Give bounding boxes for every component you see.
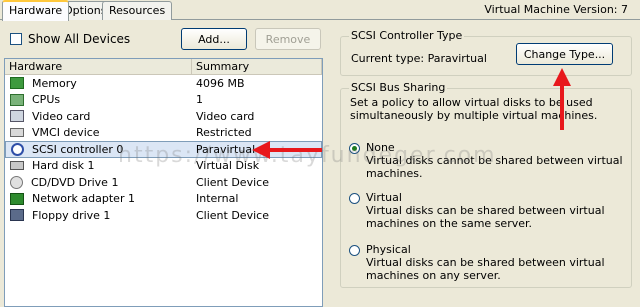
row-name: CD/DVD Drive 1 (31, 175, 119, 189)
bus-sharing-description: Set a policy to allow virtual disks to b… (350, 96, 598, 122)
table-row[interactable]: Network adapter 1 Internal (5, 191, 322, 208)
vmci-device-icon (10, 128, 24, 138)
row-summary: Restricted (196, 126, 252, 140)
row-name: Hard disk 1 (32, 159, 95, 173)
scsi-controller-type-group: SCSI Controller Type Current type: Parav… (340, 29, 632, 76)
current-type-line: Current type: Paravirtual (351, 52, 487, 65)
show-all-devices-checkbox[interactable] (10, 33, 22, 45)
memory-icon (10, 77, 24, 90)
table-row[interactable]: VMCI device Restricted (5, 125, 322, 142)
tab-resources[interactable]: Resources (102, 1, 173, 20)
cpu-icon (10, 93, 24, 106)
network-adapter-icon (10, 192, 24, 205)
row-summary: Paravirtual (195, 142, 256, 156)
table-row[interactable]: Video card Video card (5, 108, 322, 125)
tab-bar: Hardware Options Resources Virtual Machi… (0, 0, 640, 21)
add-button[interactable]: Add... (181, 28, 247, 50)
remove-button[interactable]: Remove (255, 28, 321, 50)
hardware-pane: Show All Devices Add... Remove Hardware … (0, 21, 330, 307)
column-header-hardware[interactable]: Hardware (5, 59, 192, 74)
row-summary: 1 (196, 93, 203, 107)
cd-dvd-icon (10, 175, 23, 189)
scsi-controller-icon (11, 142, 24, 156)
option-physical-description: Virtual disks can be shared between virt… (366, 256, 605, 282)
row-summary: Virtual Disk (196, 159, 260, 173)
row-summary: Client Device (196, 175, 269, 189)
option-none-label[interactable]: None (366, 141, 395, 154)
column-header-summary[interactable]: Summary (192, 59, 322, 74)
row-name: Memory (32, 76, 77, 90)
scsi-controller-type-title: SCSI Controller Type (349, 29, 465, 42)
show-all-devices-toggle[interactable]: Show All Devices (10, 32, 130, 46)
option-virtual-label[interactable]: Virtual (366, 191, 402, 204)
scsi-bus-sharing-title: SCSI Bus Sharing (349, 81, 448, 94)
radio-none[interactable] (349, 143, 360, 154)
table-row-selected[interactable]: SCSI controller 0 Paravirtual (5, 141, 322, 158)
hard-disk-icon (10, 161, 24, 171)
row-name: Video card (32, 109, 91, 123)
table-row[interactable]: Hard disk 1 Virtual Disk (5, 158, 322, 175)
row-summary: Video card (196, 109, 255, 123)
row-summary: 4096 MB (196, 76, 245, 90)
row-summary: Internal (196, 192, 239, 206)
option-physical-label[interactable]: Physical (366, 243, 411, 256)
option-none-description: Virtual disks cannot be shared between v… (366, 154, 623, 180)
change-type-button[interactable]: Change Type... (516, 43, 613, 65)
row-name: SCSI controller 0 (32, 142, 124, 156)
video-card-icon (10, 110, 24, 123)
option-virtual-description: Virtual disks can be shared between virt… (366, 204, 605, 230)
current-type-label: Current type: (351, 52, 425, 65)
table-row[interactable]: Floppy drive 1 Client Device (5, 207, 322, 224)
show-all-devices-label: Show All Devices (28, 32, 131, 46)
row-name: VMCI device (32, 126, 100, 140)
hardware-list-header: Hardware Summary (5, 59, 322, 75)
tab-hardware[interactable]: Hardware (2, 0, 70, 21)
table-row[interactable]: CPUs 1 (5, 92, 322, 109)
floppy-drive-icon (10, 209, 24, 222)
row-name: CPUs (32, 93, 61, 107)
vm-version-label: Virtual Machine Version: 7 (484, 3, 628, 16)
current-type-value: Paravirtual (427, 52, 487, 65)
radio-physical[interactable] (349, 245, 360, 256)
table-row[interactable]: CD/DVD Drive 1 Client Device (5, 174, 322, 191)
row-summary: Client Device (196, 208, 269, 222)
hardware-list: Hardware Summary Memory 4096 MB CPUs 1 V… (4, 58, 323, 307)
row-name: Floppy drive 1 (32, 208, 111, 222)
radio-virtual[interactable] (349, 193, 360, 204)
scsi-bus-sharing-group: SCSI Bus Sharing Set a policy to allow v… (340, 81, 632, 288)
row-name: Network adapter 1 (32, 192, 135, 206)
table-row[interactable]: Memory 4096 MB (5, 75, 322, 92)
